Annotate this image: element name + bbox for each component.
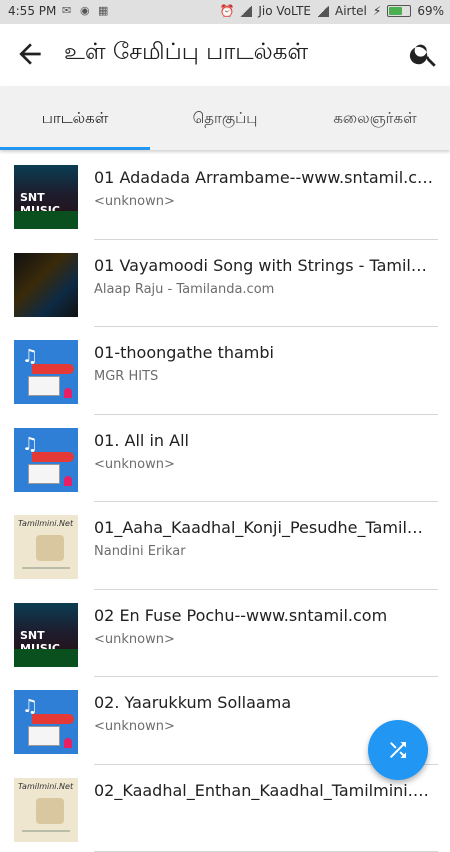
song-artist: Nandini Erikar (94, 544, 434, 559)
pin-shape (64, 476, 72, 486)
tab-label: பாடல்கள் (42, 109, 109, 127)
arrow-back-icon[interactable] (14, 38, 46, 70)
song-title: 02_Kaadhal_Enthan_Kaadhal_Tamilmini.Net (94, 781, 436, 800)
art-block (36, 798, 64, 824)
art-block (36, 535, 64, 561)
shuffle-icon (386, 738, 410, 762)
box-shape (28, 464, 60, 484)
signal-icon (240, 6, 252, 17)
album-art: Tamilmini.Net (14, 515, 78, 579)
album-art (14, 253, 78, 317)
album-art: ♫ (14, 340, 78, 404)
song-title: 01 Adadada Arrambame--www.sntamil.com (94, 168, 436, 187)
tab-label: தொகுப்பு (193, 109, 258, 127)
signal-icon (317, 6, 329, 17)
song-artist: MGR HITS (94, 369, 434, 384)
list-item[interactable]: SNT MUSIC 02 En Fuse Pochu--www.sntamil.c… (0, 590, 450, 678)
box-shape (28, 726, 60, 746)
box-shape (28, 376, 60, 396)
app-bar: உள் சேமிப்பு பாடல்கள் (0, 24, 450, 86)
song-title: 02 En Fuse Pochu--www.sntamil.com (94, 606, 436, 625)
horn-shape (32, 364, 74, 374)
song-artist: <unknown> (94, 457, 434, 472)
notification-icon: ✉ (62, 4, 71, 17)
status-right: ⏰ Jio VoLTE Airtel ⚡ 69% (219, 4, 444, 18)
album-art: ♫ (14, 690, 78, 754)
charging-icon: ⚡ (373, 4, 381, 18)
tab-albums[interactable]: தொகுப்பு (150, 86, 300, 150)
art-band (14, 211, 78, 229)
battery-percent: 69% (417, 4, 444, 18)
alarm-icon: ⏰ (219, 4, 234, 18)
album-art: ♫ (14, 428, 78, 492)
list-item[interactable]: Tamilmini.Net 02_Kaadhal_Enthan_Kaadhal_T… (0, 765, 450, 852)
song-title: 02. Yaarukkum Sollaama (94, 693, 436, 712)
pin-shape (64, 388, 72, 398)
status-bar: 4:55 PM ✉ ◉ ▦ ⏰ Jio VoLTE Airtel ⚡ 69% (0, 0, 450, 24)
notification-icon: ▦ (98, 4, 108, 17)
album-art: SNT MUSIC (14, 603, 78, 667)
song-title: 01 Vayamoodi Song with Strings - Tamilan… (94, 256, 436, 275)
song-artist: <unknown> (94, 632, 434, 647)
tab-label: கலைஞர்கள் (333, 109, 416, 127)
search-icon[interactable] (408, 38, 440, 70)
song-title: 01_Aaha_Kaadhal_Konji_Pesudhe_Tamilmini.… (94, 518, 436, 537)
tab-bar: பாடல்கள் தொகுப்பு கலைஞர்கள் (0, 86, 450, 150)
song-title: 01. All in All (94, 431, 436, 450)
album-art: Tamilmini.Net (14, 778, 78, 842)
page-title: உள் சேமிப்பு பாடல்கள் (64, 39, 308, 68)
song-artist: Alaap Raju - Tamilanda.com (94, 282, 434, 297)
list-item[interactable]: 01 Vayamoodi Song with Strings - Tamilan… (0, 240, 450, 328)
pin-shape (64, 738, 72, 748)
song-artist: <unknown> (94, 194, 434, 209)
tab-artists[interactable]: கலைஞர்கள் (300, 86, 450, 150)
tab-indicator (0, 147, 150, 150)
horn-shape (32, 452, 74, 462)
art-band (14, 649, 78, 667)
album-art: SNT MUSIC (14, 165, 78, 229)
list-item[interactable]: ♫ 01. All in All <unknown> (0, 415, 450, 503)
shuffle-button[interactable] (368, 720, 428, 780)
battery-fill (389, 7, 401, 15)
art-line (22, 830, 70, 832)
notification-icon: ◉ (80, 4, 90, 17)
art-label: Tamilmini.Net (18, 782, 73, 791)
horn-shape (32, 714, 74, 724)
list-item[interactable]: ♫ 01-thoongathe thambi MGR HITS (0, 327, 450, 415)
tab-songs[interactable]: பாடல்கள் (0, 86, 150, 150)
song-title: 01-thoongathe thambi (94, 343, 436, 362)
carrier-1: Jio VoLTE (258, 4, 311, 18)
battery-icon (387, 5, 411, 17)
art-label: Tamilmini.Net (18, 519, 73, 528)
list-item[interactable]: SNT MUSIC 01 Adadada Arrambame--www.sntam… (0, 152, 450, 240)
art-line (22, 567, 70, 569)
carrier-2: Airtel (335, 4, 367, 18)
list-item[interactable]: Tamilmini.Net 01_Aaha_Kaadhal_Konji_Pesud… (0, 502, 450, 590)
status-time: 4:55 PM (8, 4, 56, 18)
